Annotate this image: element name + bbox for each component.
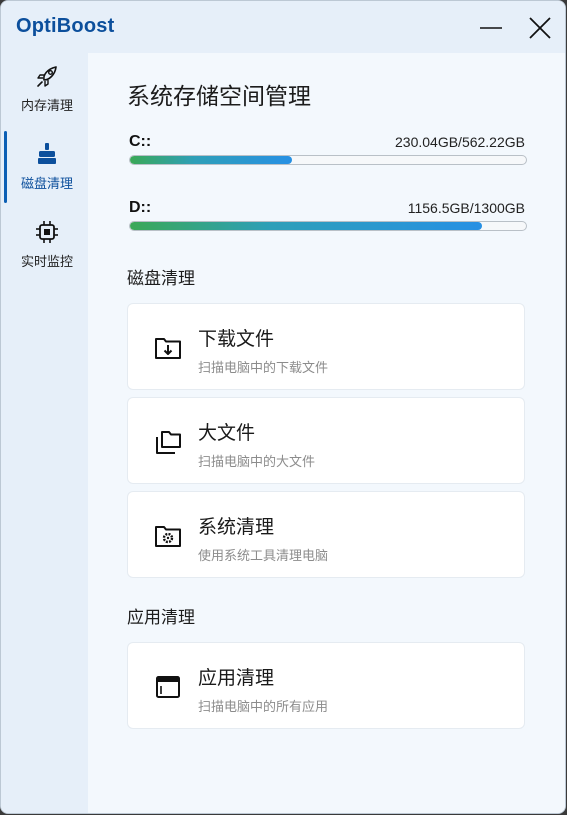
card-title: 下载文件 — [198, 328, 275, 350]
card-title: 应用清理 — [198, 667, 275, 689]
app-window-icon — [156, 676, 180, 698]
title-bar[interactable]: OptiBoost — [1, 1, 565, 53]
sidebar-item-memory-clean[interactable]: 内存清理 — [1, 53, 88, 125]
card-app-clean[interactable]: 应用清理 扫描电脑中的所有应用 — [127, 642, 525, 729]
rocket-icon — [37, 66, 57, 87]
broom-icon — [38, 143, 56, 164]
card-description: 扫描电脑中的下载文件 — [198, 361, 329, 376]
sidebar-item-label: 内存清理 — [20, 99, 73, 114]
disk-usage-bar — [129, 155, 527, 165]
minimize-button[interactable] — [476, 13, 506, 43]
close-button[interactable] — [525, 13, 555, 43]
disk-usage-text: 1156.5GB/1300GB — [407, 200, 525, 216]
disk-name: C:: — [129, 133, 152, 150]
disk-name: D:: — [129, 199, 152, 216]
settings-folder-icon — [155, 526, 181, 547]
download-folder-icon — [155, 338, 181, 359]
copy-files-icon — [156, 431, 181, 454]
sidebar-item-realtime-monitor[interactable]: 实时监控 — [1, 209, 88, 281]
card-description: 扫描电脑中的大文件 — [198, 455, 316, 470]
disk-usage-bar — [129, 221, 527, 231]
card-description: 扫描电脑中的所有应用 — [198, 700, 329, 715]
page-title: 系统存储空间管理 — [127, 84, 311, 110]
sidebar-item-label: 实时监控 — [20, 255, 73, 270]
card-system-clean[interactable]: 系统清理 使用系统工具清理电脑 — [127, 491, 525, 578]
disk-usage-bar-fill — [130, 156, 293, 164]
app-title: OptiBoost — [16, 15, 115, 37]
minimize-icon — [480, 27, 502, 29]
section-title-app-clean: 应用清理 — [127, 608, 195, 628]
close-icon — [529, 17, 551, 39]
disk-usage-bar-fill — [130, 222, 483, 230]
chip-icon — [36, 221, 58, 243]
card-title: 大文件 — [198, 422, 256, 444]
main-content: 系统存储空间管理 C:: 230.04GB/562.22GB D:: 1156.… — [88, 53, 565, 813]
sidebar-item-disk-clean[interactable]: 磁盘清理 — [1, 131, 88, 203]
disk-usage-text: 230.04GB/562.22GB — [395, 134, 525, 150]
card-downloads[interactable]: 下载文件 扫描电脑中的下载文件 — [127, 303, 525, 390]
card-title: 系统清理 — [198, 516, 275, 538]
sidebar: 内存清理 磁盘清理 实时监控 — [1, 53, 88, 813]
sidebar-item-label: 磁盘清理 — [20, 177, 73, 192]
card-description: 使用系统工具清理电脑 — [198, 549, 329, 564]
section-title-disk-clean: 磁盘清理 — [127, 269, 195, 289]
app-window: OptiBoost 内存清理 磁盘清理 实时监控 系统存储空间管理 C:: 23… — [0, 0, 566, 814]
card-large-files[interactable]: 大文件 扫描电脑中的大文件 — [127, 397, 525, 484]
